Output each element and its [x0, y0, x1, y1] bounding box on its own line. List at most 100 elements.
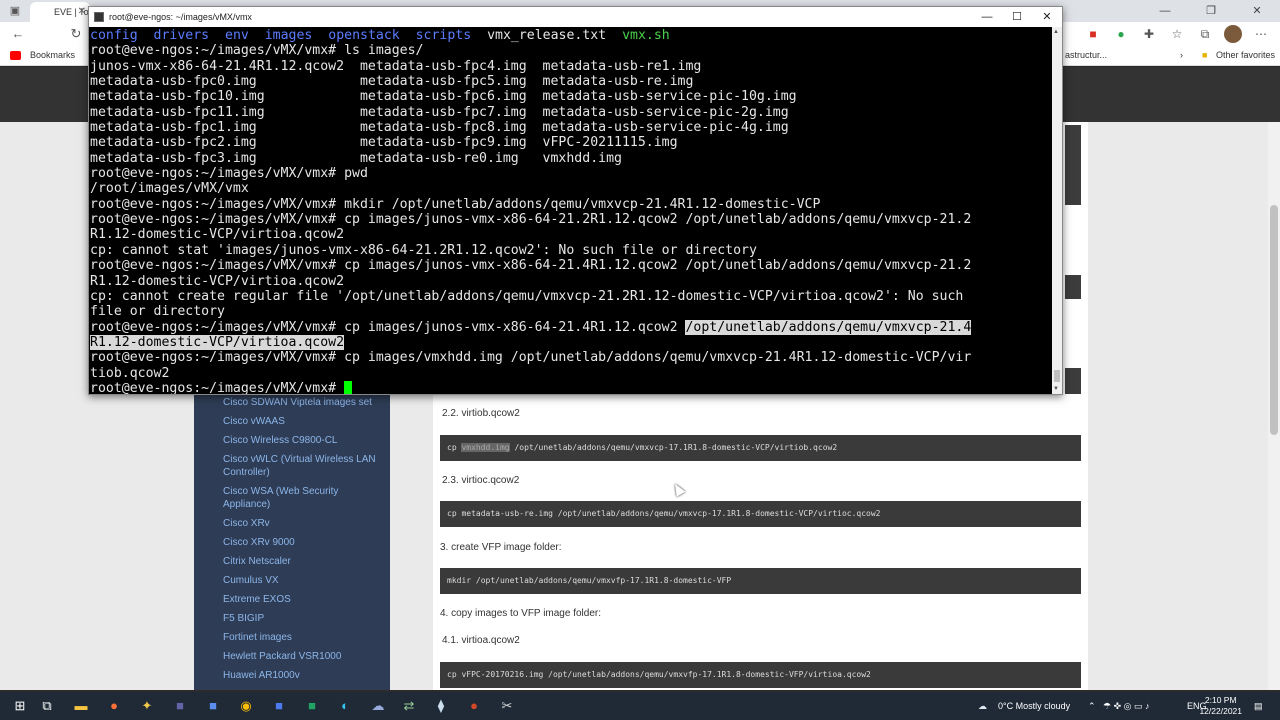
sidebar-item[interactable]: Fortinet images: [223, 631, 383, 644]
weather-text[interactable]: 0°C Mostly cloudy: [998, 692, 1070, 720]
scroll-up-icon[interactable]: ▲: [1053, 29, 1059, 35]
dir-entry: env: [225, 28, 249, 43]
minimize-icon[interactable]: —: [1142, 0, 1188, 22]
teams-icon[interactable]: ■: [171, 697, 189, 715]
heading-copy-vfp: 4. copy images to VFP image folder:: [440, 608, 602, 619]
terminal-output[interactable]: config drivers env images openstack scri…: [90, 27, 1052, 394]
youtube-icon[interactable]: [10, 51, 21, 60]
code-virtioa[interactable]: cp vFPC-20170216.img /opt/unetlab/addons…: [440, 662, 1081, 688]
selected-text[interactable]: /opt/unetlab/addons/qemu/vmxvcp-21.4: [685, 319, 972, 335]
terminal-icon: [94, 12, 104, 22]
collections-icon[interactable]: ⧉: [1196, 25, 1214, 43]
close-icon[interactable]: ✕: [1032, 7, 1062, 27]
close-icon[interactable]: ✕: [1234, 0, 1280, 22]
chevron-right-icon[interactable]: ›: [1180, 50, 1183, 60]
tab-eve[interactable]: EVE | Top ✕: [30, 2, 90, 22]
close-tab-icon[interactable]: ✕: [78, 2, 86, 22]
terminal-line: metadata-usb-fpc1.img metadata-usb-fpc8.…: [90, 120, 789, 136]
star-icon[interactable]: ☆: [1168, 25, 1186, 43]
terminal-scrollbar-thumb[interactable]: [1054, 370, 1060, 382]
terminal-line: tiob.qcow2: [90, 365, 170, 381]
scroll-down-icon[interactable]: ▼: [1053, 386, 1059, 392]
sidebar-item[interactable]: Extreme EXOS: [223, 593, 383, 606]
browser-window-controls: — ❐ ✕: [1142, 0, 1280, 22]
refresh-icon[interactable]: ↻: [68, 26, 84, 42]
tray-chevron-icon[interactable]: ⌃: [1088, 692, 1096, 720]
terminal-line: metadata-usb-fpc2.img metadata-usb-fpc9.…: [90, 135, 678, 151]
window-menu-icon[interactable]: ▣: [8, 4, 22, 18]
file-explorer-icon[interactable]: ▬: [72, 697, 90, 715]
excel-icon[interactable]: ■: [303, 697, 321, 715]
code-block-edge: [1065, 275, 1081, 299]
powerpoint-icon[interactable]: ●: [465, 697, 483, 715]
sidebar-item[interactable]: Cisco vWLC (Virtual Wireless LAN Control…: [223, 453, 383, 479]
page-scrollbar-thumb[interactable]: [1270, 205, 1278, 435]
tray-icons[interactable]: ☂ ✜ ◎ ▭ ♪: [1103, 692, 1149, 720]
command-text: root@eve-ngos:~/images/vMX/vmx# cp image…: [90, 319, 686, 335]
bookmark-apps[interactable]: Bookmarks: [30, 50, 75, 60]
code-virtiob[interactable]: cp vmxhdd.img /opt/unetlab/addons/qemu/v…: [440, 435, 1081, 461]
pin-app-icon[interactable]: ✦: [138, 697, 156, 715]
sidebar-item[interactable]: Cisco XRv: [223, 517, 383, 530]
clock-time: 2:10 PM: [1204, 695, 1237, 705]
code-mkdir-vfp[interactable]: mkdir /opt/unetlab/addons/qemu/vmxvfp-17…: [440, 568, 1081, 594]
extension-red-icon[interactable]: ■: [1084, 25, 1102, 43]
maximize-icon[interactable]: ☐: [1002, 7, 1032, 27]
clock[interactable]: 2:10 PM 12/22/2021: [1199, 695, 1242, 717]
more-icon[interactable]: ⋯: [1252, 25, 1270, 43]
terminal-line: cp: cannot stat 'images/junos-vmx-x86-64…: [90, 242, 757, 258]
terminal-line-ls: config drivers env images openstack scri…: [90, 28, 1052, 43]
task-view-icon[interactable]: ⧉: [38, 697, 56, 715]
terminal-title: root@eve-ngos: ~/images/vMX/vmx: [109, 12, 252, 22]
sidebar-list: Cisco SDWAN Viptela images set Cisco vWA…: [223, 396, 383, 688]
terminal-line: /root/images/vMX/vmx: [90, 181, 249, 197]
terminal-line: cp: cannot create regular file '/opt/une…: [90, 288, 964, 304]
sidebar-item[interactable]: Cisco SDWAN Viptela images set: [223, 396, 383, 409]
sidebar-item[interactable]: F5 BIGIP: [223, 612, 383, 625]
code-block-edge: [1065, 125, 1081, 205]
sidebar-item[interactable]: Cisco vWAAS: [223, 415, 383, 428]
puzzle-icon[interactable]: ✚: [1140, 25, 1158, 43]
terminal-window-controls: — ☐ ✕: [972, 7, 1062, 27]
sidebar-item[interactable]: Cumulus VX: [223, 574, 383, 587]
bookmark-other-favorites[interactable]: Other favorites: [1216, 50, 1275, 60]
code-virtiob-rest: /opt/unetlab/addons/qemu/vmxvcp-17.1R1.8…: [509, 443, 838, 452]
sidebar-item[interactable]: Hewlett Packard VSR1000: [223, 650, 383, 663]
snip-icon[interactable]: ✂: [498, 697, 516, 715]
bookmark-infrastructure[interactable]: astructur...: [1065, 50, 1107, 60]
maximize-icon[interactable]: ❐: [1188, 0, 1234, 22]
avatar[interactable]: [1224, 25, 1242, 43]
chrome-icon[interactable]: ◉: [237, 697, 255, 715]
back-icon[interactable]: ←: [10, 26, 26, 42]
network-app-icon[interactable]: ☁: [369, 697, 387, 715]
code-virtioc[interactable]: cp metadata-usb-re.img /opt/unetlab/addo…: [440, 501, 1081, 527]
app-icon[interactable]: ⇄: [400, 697, 418, 715]
terminal-app-icon[interactable]: ⧫: [432, 697, 450, 715]
start-icon[interactable]: ⊞: [11, 697, 29, 715]
extension-green-icon[interactable]: ●: [1112, 25, 1130, 43]
firefox-icon[interactable]: ●: [105, 697, 123, 715]
sidebar-item[interactable]: Cisco XRv 9000: [223, 536, 383, 549]
sidebar-item[interactable]: Huawei AR1000v: [223, 669, 383, 682]
code-block-edge: [1065, 368, 1081, 394]
terminal-line: root@eve-ngos:~/images/vMX/vmx# ls image…: [90, 43, 424, 59]
clock-date: 12/22/2021: [1199, 706, 1242, 716]
terminal-line: metadata-usb-fpc10.img metadata-usb-fpc6…: [90, 89, 797, 105]
minimize-icon[interactable]: —: [972, 7, 1002, 27]
terminal-titlebar[interactable]: root@eve-ngos: ~/images/vMX/vmx — ☐ ✕: [89, 7, 1062, 27]
terminal-prompt-line[interactable]: root@eve-ngos:~/images/vMX/vmx#: [90, 381, 1052, 394]
terminal-window[interactable]: root@eve-ngos: ~/images/vMX/vmx — ☐ ✕ co…: [88, 6, 1063, 395]
edge-icon[interactable]: ◐: [336, 697, 354, 715]
selected-text[interactable]: R1.12-domestic-VCP/virtioa.qcow2: [90, 334, 345, 350]
terminal-line: junos-vmx-x86-64-21.4R1.12.qcow2 metadat…: [90, 58, 702, 74]
toolbar-extensions: ■ ● ✚ ☆ ⧉ ⋯: [1084, 25, 1270, 43]
sidebar-item[interactable]: Cisco WSA (Web Security Appliance): [223, 485, 383, 511]
weather-icon[interactable]: ☁: [978, 692, 987, 720]
app-icon[interactable]: ■: [270, 697, 288, 715]
app-icon[interactable]: ■: [204, 697, 222, 715]
terminal-scrollbar[interactable]: ▲ ▼: [1052, 27, 1062, 394]
notification-icon[interactable]: ▤: [1254, 692, 1263, 720]
sidebar-item[interactable]: Cisco Wireless C9800-CL: [223, 434, 383, 447]
terminal-line: root@eve-ngos:~/images/vMX/vmx# cp image…: [90, 258, 972, 274]
sidebar-item[interactable]: Citrix Netscaler: [223, 555, 383, 568]
